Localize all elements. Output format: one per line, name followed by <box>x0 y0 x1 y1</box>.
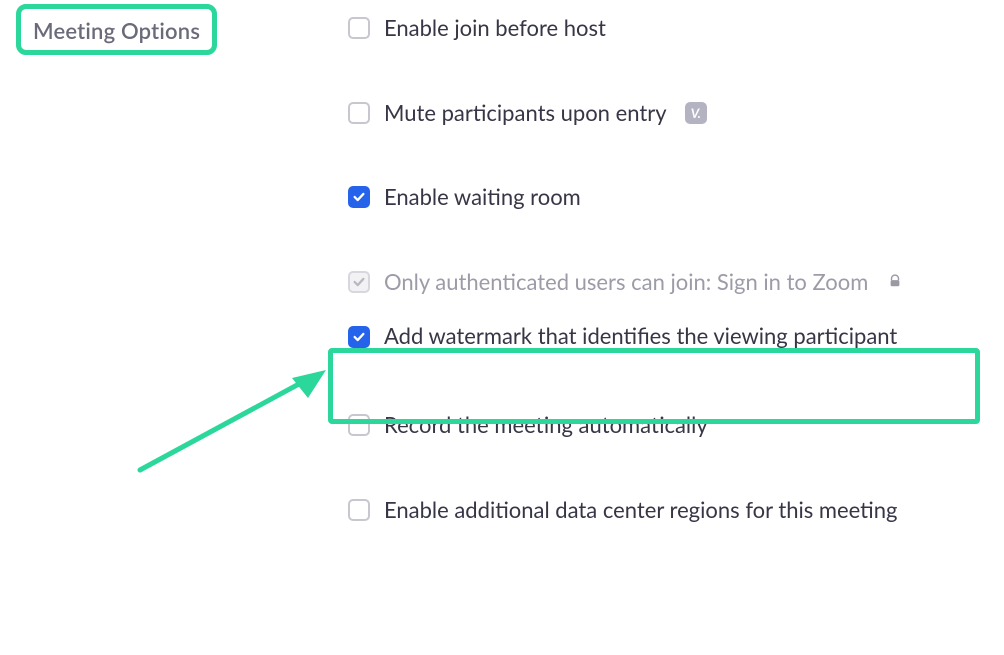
option-join-before-host: Enable join before host <box>348 12 984 45</box>
option-label: Mute participants upon entry <box>384 99 667 128</box>
option-label: Only authenticated users can join: Sign … <box>384 268 868 297</box>
checkbox-waiting-room[interactable] <box>348 186 370 208</box>
checkbox-auto-record[interactable] <box>348 414 370 436</box>
section-heading-highlight: Meeting Options <box>16 4 217 55</box>
option-label: Record the meeting automatically <box>384 411 708 440</box>
info-badge-icon[interactable]: V. <box>685 102 707 124</box>
option-label: Enable waiting room <box>384 183 581 212</box>
option-auto-record: Record the meeting automatically <box>348 409 984 442</box>
checkbox-join-before-host[interactable] <box>348 17 370 39</box>
option-mute-on-entry: Mute participants upon entry V. <box>348 97 984 130</box>
checkbox-watermark[interactable] <box>348 326 370 348</box>
option-data-center-regions: Enable additional data center regions fo… <box>348 494 984 527</box>
meeting-options-list: Enable join before host Mute participant… <box>348 12 984 578</box>
section-heading: Meeting Options <box>33 17 200 44</box>
option-label: Enable additional data center regions fo… <box>384 496 897 525</box>
checkbox-mute-on-entry[interactable] <box>348 102 370 124</box>
option-watermark: Add watermark that identifies the viewin… <box>348 320 984 353</box>
checkbox-data-center-regions[interactable] <box>348 499 370 521</box>
option-label: Add watermark that identifies the viewin… <box>384 322 897 351</box>
lock-icon <box>888 274 904 290</box>
option-label: Enable join before host <box>384 14 606 43</box>
option-authenticated-only: Only authenticated users can join: Sign … <box>348 266 984 299</box>
option-waiting-room: Enable waiting room <box>348 181 984 214</box>
annotation-arrow-icon <box>130 360 330 480</box>
checkbox-authenticated-only <box>348 271 370 293</box>
